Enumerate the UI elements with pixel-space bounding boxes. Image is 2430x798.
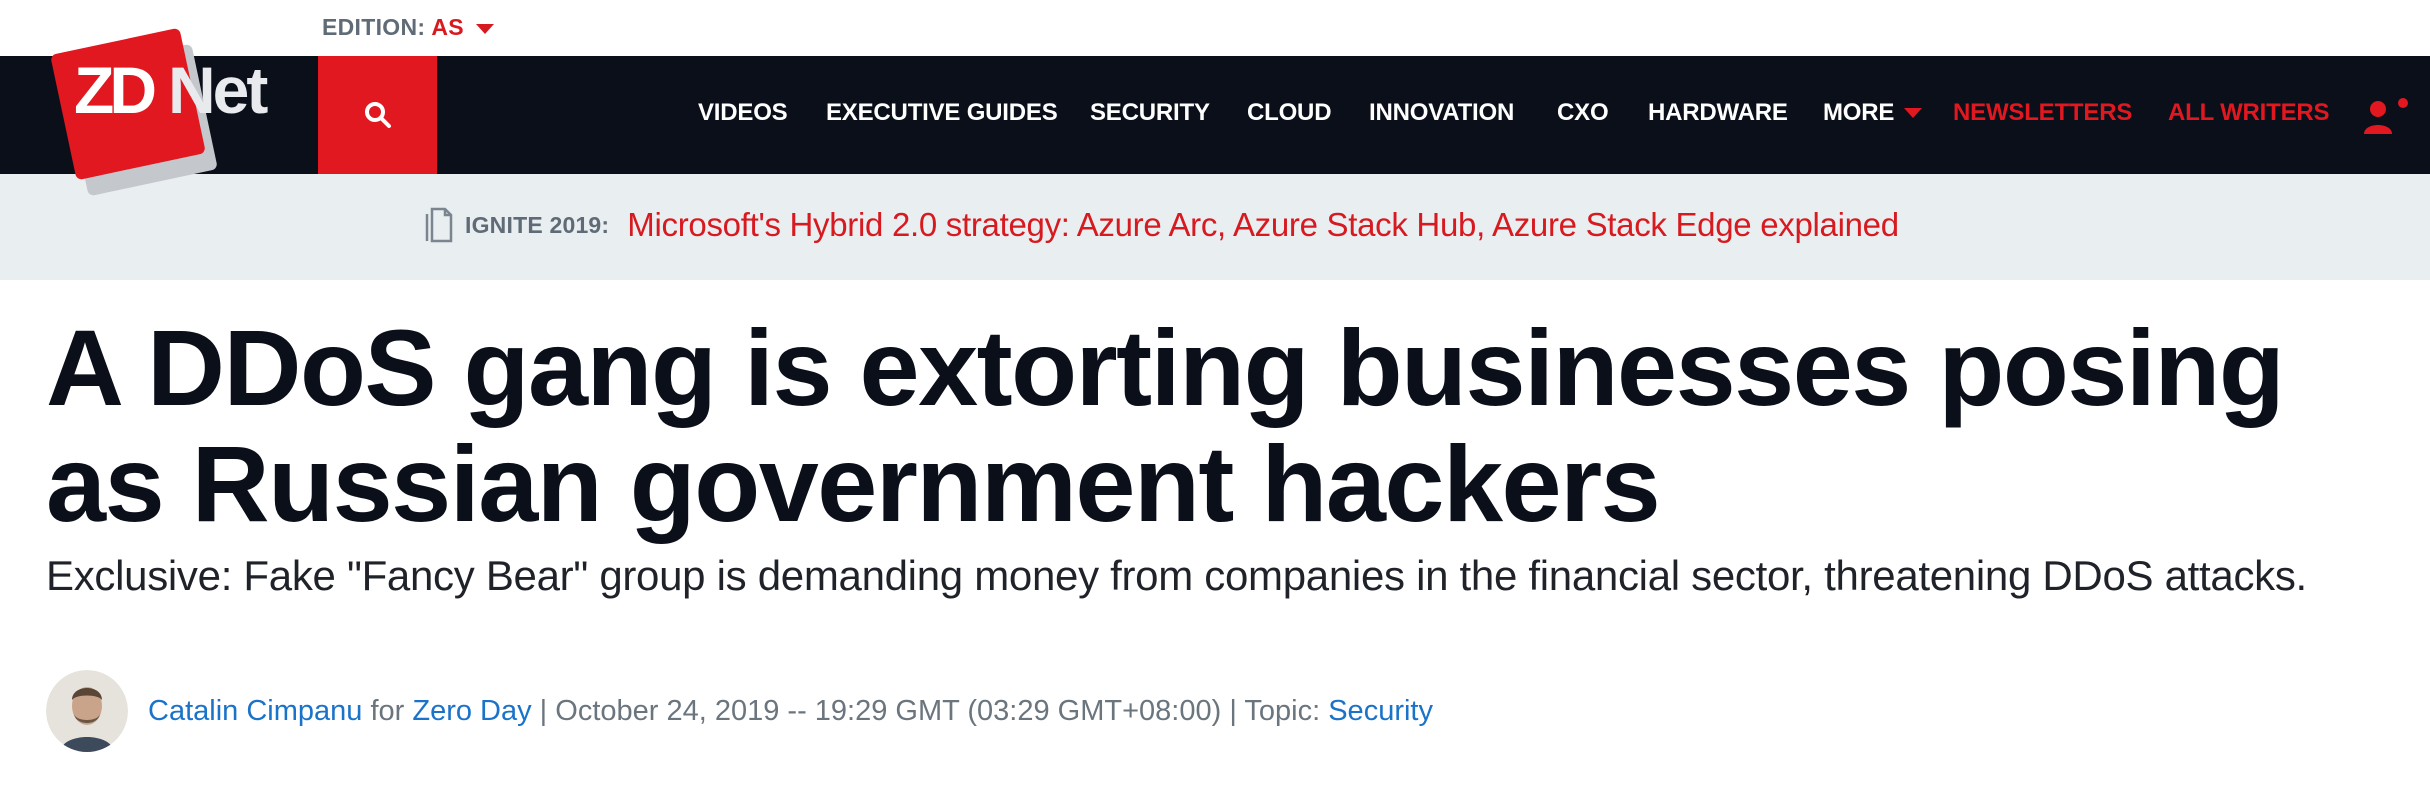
logo-net-text: Net xyxy=(168,53,268,127)
nav-more-label: MORE xyxy=(1823,99,1895,126)
byline-date: | October 24, 2019 -- 19:29 GMT (03:29 G… xyxy=(531,694,1329,727)
logo-zd-text: ZD xyxy=(74,53,157,127)
chevron-down-icon xyxy=(1904,108,1923,118)
article-headline: A DDoS gang is extorting businesses posi… xyxy=(46,307,2285,544)
user-account-button[interactable] xyxy=(2362,96,2410,136)
nav-menu: VIDEOS EXECUTIVE GUIDES SECURITY CLOUD I… xyxy=(0,56,2430,174)
topic-link[interactable]: Security xyxy=(1328,695,1433,728)
article-subhead: Exclusive: Fake "Fancy Bear" group is de… xyxy=(46,552,2307,599)
byline-for-text: for xyxy=(362,694,413,727)
promo-link[interactable]: Microsoft's Hybrid 2.0 strategy: Azure A… xyxy=(627,206,1899,244)
edition-label: EDITION: xyxy=(322,14,426,40)
edition-value[interactable]: AS xyxy=(431,14,464,41)
nav-item-cxo[interactable]: CXO xyxy=(1557,99,1609,127)
nav-item-executive-guides[interactable]: EXECUTIVE GUIDES xyxy=(826,99,1058,127)
nav-item-innovation[interactable]: INNOVATION xyxy=(1369,99,1514,127)
promo-tag: IGNITE 2019: xyxy=(465,211,610,238)
nav-item-videos[interactable]: VIDEOS xyxy=(698,99,788,127)
article-byline: Catalin Cimpanu for Zero Day | October 2… xyxy=(46,670,1433,752)
chevron-down-icon[interactable] xyxy=(475,23,494,34)
nav-item-cloud[interactable]: CLOUD xyxy=(1247,99,1332,127)
promo-banner: IGNITE 2019: Microsoft's Hybrid 2.0 stra… xyxy=(0,174,2430,280)
nav-item-hardware[interactable]: HARDWARE xyxy=(1648,99,1788,127)
zdnet-logo[interactable]: ZD Net xyxy=(50,20,282,200)
main-navbar: VIDEOS EXECUTIVE GUIDES SECURITY CLOUD I… xyxy=(0,56,2430,174)
nav-item-security[interactable]: SECURITY xyxy=(1090,99,1210,127)
edition-selector[interactable]: EDITION: AS xyxy=(322,14,494,41)
author-avatar[interactable] xyxy=(46,670,128,752)
author-link[interactable]: Catalin Cimpanu xyxy=(148,695,362,728)
user-icon xyxy=(2364,98,2408,134)
nav-item-newsletters[interactable]: NEWSLETTERS xyxy=(1953,99,2132,127)
edition-bar: EDITION: AS xyxy=(0,0,2430,56)
document-icon xyxy=(425,207,453,243)
blog-link[interactable]: Zero Day xyxy=(412,695,531,728)
nav-item-more[interactable]: MORE xyxy=(1823,99,1923,127)
nav-item-all-writers[interactable]: ALL WRITERS xyxy=(2168,99,2330,127)
